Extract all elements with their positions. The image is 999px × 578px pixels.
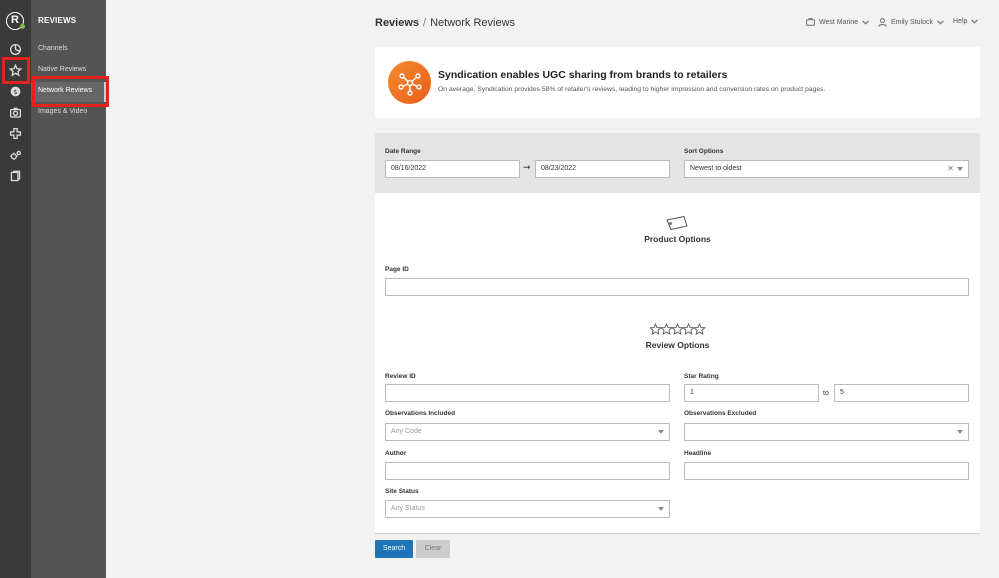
observations-included-label: Observations Included	[385, 410, 456, 417]
sidebar-item-images-video[interactable]: Images & Video	[38, 108, 87, 115]
user-name: Emily Stulock	[891, 19, 934, 26]
search-button[interactable]: Search	[375, 540, 413, 558]
briefcase-icon	[806, 18, 815, 26]
filter-panel: Date Range 08/16/2022 ➞ 08/23/2022 Sort …	[375, 133, 980, 534]
user-menu[interactable]: Emily Stulock	[878, 18, 944, 27]
observations-excluded-label: Observations Excluded	[684, 410, 757, 417]
plus-icon[interactable]	[7, 125, 23, 141]
dashboard-icon[interactable]	[7, 41, 23, 57]
star-rating-min-input[interactable]: 1	[684, 384, 819, 402]
star-icon-highlight	[2, 57, 30, 84]
chevron-down-icon	[957, 430, 963, 434]
site-status-label: Site Status	[385, 488, 419, 495]
observations-included-select[interactable]: Any Code	[385, 423, 670, 441]
breadcrumb-separator: /	[423, 17, 427, 29]
sidebar-item-channels[interactable]: Channels	[38, 45, 68, 52]
chevron-down-icon	[862, 19, 870, 25]
camera-icon[interactable]	[7, 104, 23, 120]
chevron-down-icon	[937, 20, 944, 25]
icon-rail: R $	[0, 0, 31, 578]
page-id-label: Page ID	[385, 266, 409, 273]
tag-icon	[665, 215, 689, 233]
observations-included-placeholder: Any Code	[391, 428, 422, 435]
arrow-right-icon: ➞	[523, 162, 531, 172]
sort-options-select[interactable]: Newest to oldest ✕	[684, 160, 969, 178]
sidebar-item-native-reviews[interactable]: Native Reviews	[38, 66, 86, 73]
help-menu[interactable]: Help	[953, 18, 979, 25]
date-range-label: Date Range	[385, 148, 421, 155]
headline-input[interactable]	[684, 462, 969, 480]
author-input[interactable]	[385, 462, 670, 480]
observations-excluded-select[interactable]	[684, 423, 969, 441]
breadcrumb-page: Network Reviews	[430, 17, 516, 29]
document-icon[interactable]	[7, 168, 23, 184]
dollar-icon[interactable]: $	[7, 83, 23, 99]
clear-selection-icon[interactable]: ✕	[947, 161, 954, 177]
app-logo[interactable]: R	[6, 12, 25, 30]
breadcrumb-section[interactable]: Reviews	[375, 17, 419, 29]
author-label: Author	[385, 450, 407, 457]
breadcrumb: Reviews / Network Reviews	[375, 17, 515, 29]
network-reviews-highlight	[32, 76, 109, 107]
help-label: Help	[953, 18, 968, 25]
sort-options-label: Sort Options	[684, 148, 724, 155]
headline-label: Headline	[684, 450, 712, 457]
account-name: West Marine	[819, 18, 859, 26]
sidebar-title: REVIEWS	[38, 16, 77, 25]
svg-text:$: $	[13, 87, 17, 95]
banner-title: Syndication enables UGC sharing from bra…	[438, 69, 728, 81]
review-options-title: Review Options	[645, 340, 710, 350]
account-switcher[interactable]: West Marine	[806, 18, 870, 26]
syndication-network-icon	[388, 61, 431, 104]
page-id-input[interactable]	[385, 278, 969, 296]
user-icon	[878, 18, 887, 27]
star-rating-to-label: to	[823, 390, 829, 397]
review-id-input[interactable]	[385, 384, 670, 402]
date-to-input[interactable]: 08/23/2022	[535, 160, 670, 178]
chevron-down-icon	[971, 19, 979, 24]
banner-text: On average, Syndication provides 58% of …	[438, 86, 826, 93]
date-from-input[interactable]: 08/16/2022	[385, 160, 520, 178]
chevron-down-icon	[957, 167, 963, 171]
reviews-sidebar: REVIEWS Channels Native Reviews Network …	[31, 0, 109, 578]
product-options-title: Product Options	[644, 234, 711, 244]
sort-options-value: Newest to oldest	[690, 165, 742, 172]
site-status-select[interactable]: Any Status	[385, 500, 670, 518]
chevron-down-icon	[658, 507, 664, 511]
settings-icon[interactable]	[7, 147, 23, 163]
star-rating-max-input[interactable]: 5	[834, 384, 969, 402]
star-rating-label: Star Rating	[684, 373, 719, 380]
stars-icon	[649, 322, 706, 338]
site-status-placeholder: Any Status	[391, 505, 425, 512]
clear-button[interactable]: Clear	[416, 540, 450, 558]
syndication-banner: Syndication enables UGC sharing from bra…	[375, 47, 980, 118]
review-id-label: Review ID	[385, 373, 416, 380]
chevron-down-icon	[658, 430, 664, 434]
